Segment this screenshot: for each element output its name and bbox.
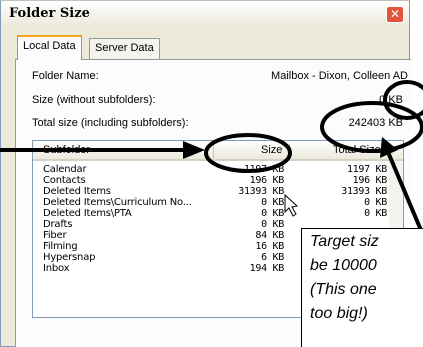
tab-local-data[interactable]: Local Data <box>17 35 82 60</box>
circle-total-size <box>320 101 423 153</box>
callout-line-4: too big!) <box>310 305 368 322</box>
callout-line-3: (This one <box>310 281 377 298</box>
circle-size-column <box>204 133 292 173</box>
arrow-diagonal-line <box>386 151 423 236</box>
circle-size-value <box>383 80 423 120</box>
callout-line-1: Target siz <box>310 233 379 250</box>
arrow-left-head <box>183 141 205 159</box>
callout-box: Target siz be 10000 (This one too big!) <box>301 228 423 347</box>
callout-line-2: be 10000 <box>310 257 377 274</box>
cursor-arrow-icon <box>284 193 299 217</box>
